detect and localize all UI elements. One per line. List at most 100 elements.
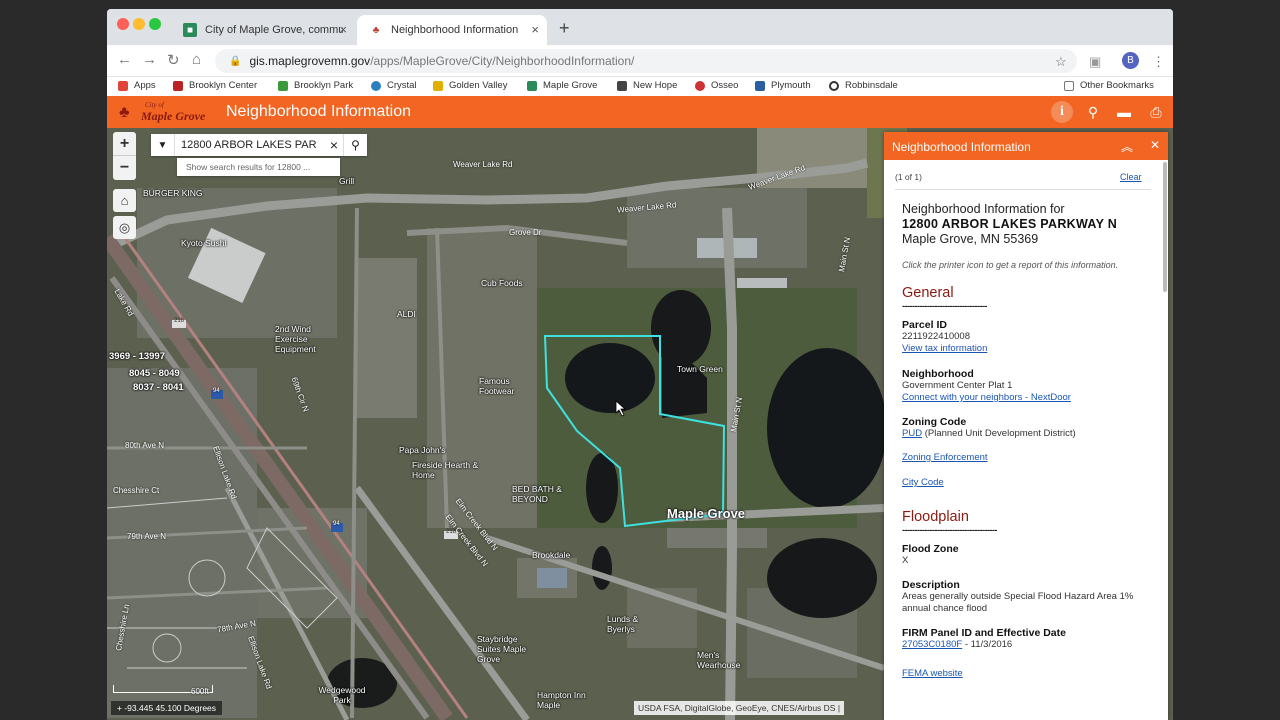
search-input[interactable]: 12800 ARBOR LAKES PAR (175, 139, 325, 151)
osseo-icon (695, 80, 705, 91)
printer-icon[interactable]: ⎙ (1145, 101, 1167, 123)
new-tab-button[interactable]: + (559, 18, 570, 39)
bookmark-brooklyn-center[interactable]: Brooklyn Center (173, 80, 257, 91)
close-panel-icon[interactable]: ✕ (1150, 138, 1160, 152)
bookmark-plymouth[interactable]: Plymouth (755, 80, 811, 91)
bookmark-new-hope[interactable]: New Hope (617, 80, 677, 91)
bookmarks-bar: Apps Brooklyn Center Brooklyn Park Cryst… (107, 77, 1173, 96)
parcel-id-label: Parcel ID (902, 319, 947, 331)
map-label: Staybridge Suites Maple Grove (477, 634, 527, 664)
panel-title: Neighborhood Information (892, 140, 1031, 154)
panel-scrollbar[interactable] (1163, 162, 1167, 292)
home-extent-button[interactable]: ⌂ (113, 189, 136, 212)
bookmark-robbinsdale[interactable]: Robbinsdale (829, 80, 898, 91)
golden-valley-icon (433, 80, 443, 91)
fema-website-link[interactable]: FEMA website (902, 668, 1148, 680)
address-bar[interactable]: 🔒 gis.maplegrovemn.gov/apps/MapleGrove/C… (215, 49, 1077, 73)
maple-grove-icon (527, 80, 537, 91)
route-shield: 218 (446, 529, 457, 535)
logo-name-text: Maple Grove (141, 109, 206, 123)
zoom-in-button[interactable]: + (113, 132, 136, 156)
map-label: 2nd Wind Exercise Equipment (275, 324, 316, 354)
nextdoor-link[interactable]: Connect with your neighbors - NextDoor (902, 392, 1148, 404)
zoning-description: (Planned Unit Development District) (924, 428, 1076, 439)
info-panel: Neighborhood Information ︽ ✕ (1 of 1) Cl… (884, 132, 1168, 720)
neighborhood-label: Neighborhood (902, 368, 974, 380)
tab-title: City of Maple Grove, communi (205, 24, 343, 36)
bookmark-label: Robbinsdale (845, 80, 898, 91)
map-label: Papa John's (399, 445, 446, 455)
maximize-window-button[interactable] (149, 18, 161, 30)
profile-avatar[interactable]: B (1122, 52, 1139, 69)
firm-panel-link[interactable]: 27053C0180F (902, 639, 962, 650)
search-suggestion[interactable]: Show search results for 12800 ... (177, 158, 340, 176)
browser-toolbar: ← → ↻ ⌂ 🔒 gis.maplegrovemn.gov/apps/Mapl… (107, 45, 1173, 77)
tab-neighborhood-information[interactable]: ♣ Neighborhood Information × (357, 15, 547, 45)
map-label: Kyoto Sushi (181, 238, 227, 248)
share-icon[interactable]: ⚲ (1082, 101, 1104, 123)
apps-grid-icon (118, 80, 128, 91)
close-tab-icon[interactable]: × (531, 22, 539, 37)
comment-icon[interactable]: ▬ (1113, 101, 1135, 123)
clear-link[interactable]: Clear (1120, 172, 1142, 182)
panel-content: Neighborhood Information for 12800 ARBOR… (902, 202, 1148, 680)
brooklyn-center-icon (173, 80, 183, 91)
zoning-code-label: Zoning Code (902, 416, 967, 428)
bookmark-star-icon[interactable]: ☆ (1055, 54, 1067, 70)
home-icon[interactable]: ⌂ (192, 51, 201, 68)
reload-icon[interactable]: ↻ (167, 51, 180, 69)
lock-icon: 🔒 (229, 55, 242, 67)
flood-zone-value: X (902, 555, 909, 566)
section-divider: ---------------------------------- (902, 301, 987, 311)
map-attribution: USDA FSA, DigitalGlobe, GeoEye, CNES/Air… (634, 701, 845, 715)
bookmark-brooklyn-park[interactable]: Brooklyn Park (278, 80, 353, 91)
print-note: Click the printer icon to get a report o… (902, 260, 1119, 270)
zoning-code-row: PUD (Planned Unit Development District) (902, 428, 1148, 440)
bookmark-label: Other Bookmarks (1080, 80, 1154, 91)
city-label: Maple Grove (667, 506, 746, 521)
tab-city-of-maple-grove[interactable]: ■ City of Maple Grove, communi × (171, 15, 355, 45)
zoning-code-link[interactable]: PUD (902, 428, 922, 439)
bookmark-osseo[interactable]: Osseo (695, 80, 738, 91)
result-pager: (1 of 1) (895, 172, 922, 182)
minimize-window-button[interactable] (133, 18, 145, 30)
search-icon: ⚲ (351, 138, 360, 152)
coordinate-readout: + -93.445 45.100 Degrees (111, 701, 223, 715)
info-icon[interactable]: i (1051, 101, 1073, 123)
other-bookmarks[interactable]: Other Bookmarks (1064, 80, 1154, 91)
address-line-1: 12800 ARBOR LAKES PARKWAY N (902, 217, 1118, 231)
section-general-title: General (902, 285, 954, 301)
clear-search-button[interactable]: × (325, 137, 343, 153)
back-arrow-icon[interactable]: ← (117, 51, 132, 68)
home-icon: ⌂ (120, 193, 129, 208)
bookmark-crystal[interactable]: Crystal (371, 80, 417, 91)
close-window-button[interactable] (117, 18, 129, 30)
map-label: 79th Ave N (127, 532, 166, 541)
extension-icon[interactable]: ▣ (1089, 54, 1101, 70)
search-source-dropdown[interactable]: ▼ (151, 134, 175, 156)
tax-info-link[interactable]: View tax information (902, 343, 1148, 355)
close-tab-icon[interactable]: × (339, 22, 347, 37)
caret-down-icon: ▼ (157, 139, 168, 151)
map-label: Weaver Lake Rd (453, 160, 513, 169)
locate-button[interactable]: ◎ (113, 216, 136, 239)
zoning-enforcement-link[interactable]: Zoning Enforcement (902, 452, 1148, 464)
tab-title: Neighborhood Information (391, 24, 519, 36)
forward-arrow-icon[interactable]: → (142, 51, 157, 68)
bookmark-golden-valley[interactable]: Golden Valley (433, 80, 507, 91)
zoom-out-button[interactable]: − (113, 156, 136, 180)
flood-zone-label: Flood Zone (902, 543, 959, 555)
bookmark-maple-grove[interactable]: Maple Grove (527, 80, 597, 91)
bookmark-label: New Hope (633, 80, 678, 91)
locate-crosshair-icon: ◎ (118, 219, 131, 235)
new-hope-icon (617, 80, 627, 91)
menu-kebab-icon[interactable]: ⋮ (1152, 54, 1165, 70)
city-code-link[interactable]: City Code (902, 477, 1148, 489)
bookmark-apps[interactable]: Apps (118, 80, 156, 91)
robbinsdale-icon (829, 80, 839, 91)
map-label: BURGER KING (143, 188, 203, 198)
address-search: ▼ 12800 ARBOR LAKES PAR × ⚲ (151, 134, 367, 156)
bookmark-label: Crystal (387, 80, 417, 91)
search-button[interactable]: ⚲ (343, 134, 367, 156)
collapse-chevron-icon[interactable]: ︽ (1121, 138, 1133, 155)
